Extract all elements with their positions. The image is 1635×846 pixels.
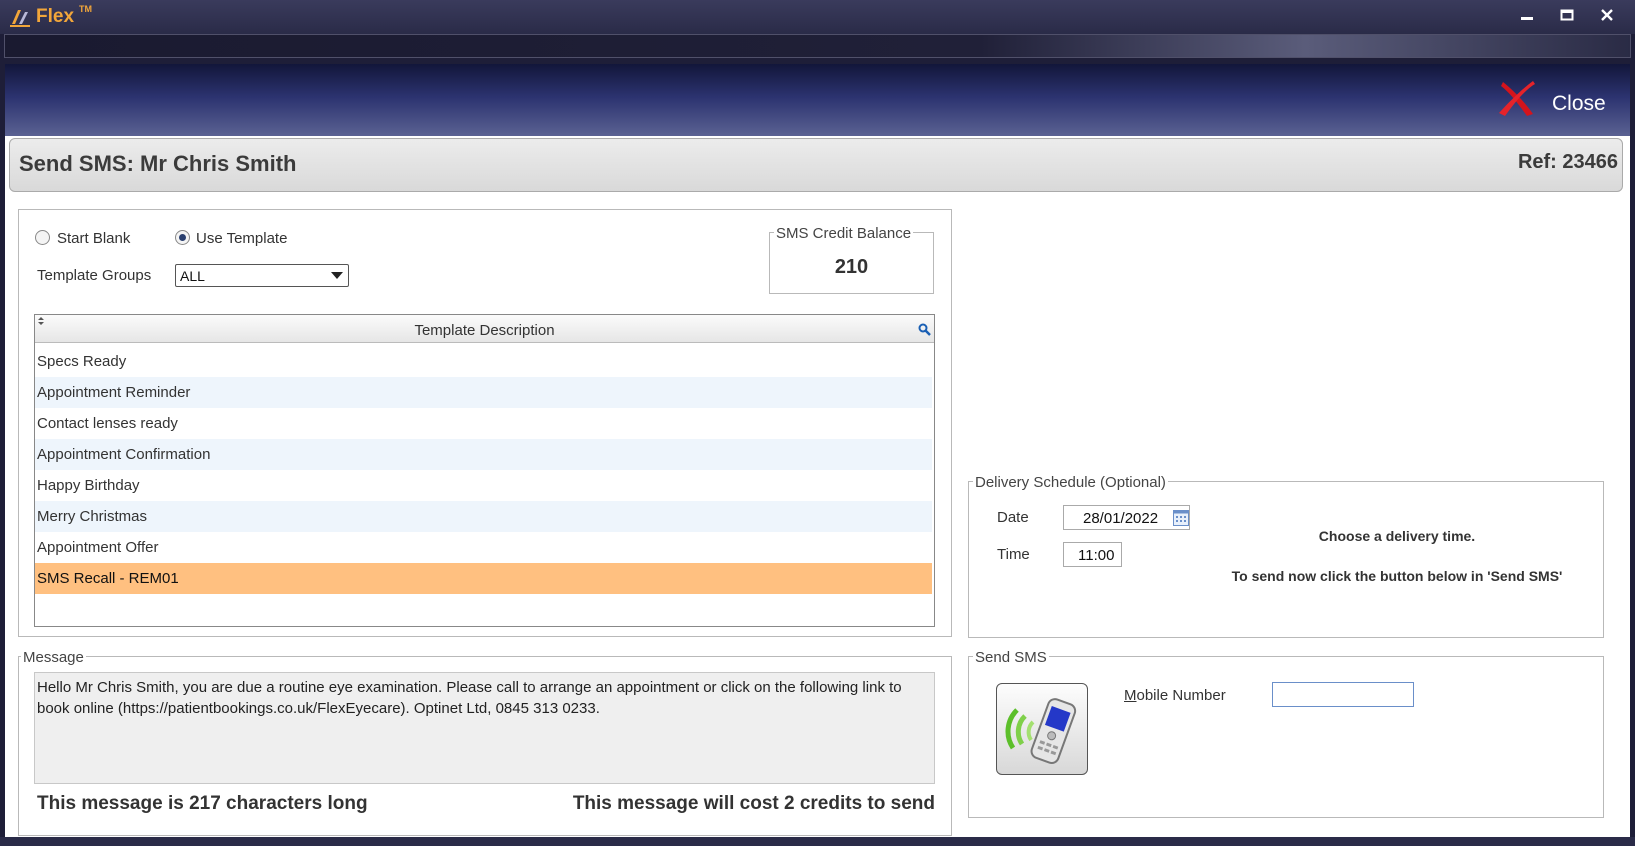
template-row[interactable]: Contact lenses ready [35,408,932,439]
template-row[interactable]: Happy Birthday [35,470,932,501]
message-length-note: This message is 217 characters long [37,793,368,814]
mobile-number-input[interactable] [1272,682,1414,707]
toolbar-strip [4,34,1631,58]
credit-balance-value: 210 [834,256,869,278]
date-label: Date [997,509,1029,526]
header-band [5,64,1630,138]
window-bottom-border [0,837,1635,846]
minimize-button[interactable] [1512,6,1542,28]
window-close-icon [1601,9,1613,21]
maximize-button[interactable] [1552,6,1582,28]
message-textarea[interactable]: Hello Mr Chris Smith, you are due a rout… [34,672,935,784]
message-legend: Message [21,649,86,666]
mobile-number-accesskey: M [1124,687,1137,704]
delivery-hint-text: To send now click the button below in 'S… [1231,568,1563,584]
mobile-number-label-text: obile Number [1136,687,1226,704]
delivery-hint-title: Choose a delivery time. [1318,528,1476,544]
time-label: Time [997,546,1030,563]
template-row-selected[interactable]: SMS Recall - REM01 [35,563,932,594]
flex-logo-icon [10,10,30,27]
search-icon[interactable] [918,323,932,337]
page-title: Send SMS: Mr Chris Smith [19,151,297,176]
delivery-schedule-legend: Delivery Schedule (Optional) [973,474,1168,491]
delivery-date-input[interactable]: 28/01/2022 [1063,505,1190,530]
use-template-label[interactable]: Use Template [196,230,287,247]
send-sms-legend: Send SMS [973,649,1049,666]
template-row[interactable]: Appointment Offer [35,532,932,563]
window-close-button[interactable] [1592,6,1622,28]
chevron-down-icon [331,272,343,279]
start-blank-label[interactable]: Start Blank [57,230,130,247]
template-row[interactable]: Appointment Confirmation [35,439,932,470]
template-description-header: Template Description [414,322,555,339]
message-cost-note: This message will cost 2 credits to send [572,793,935,814]
grid-header[interactable]: Template Description [35,315,934,343]
delivery-time-input[interactable]: 11:00 [1063,542,1122,567]
delivery-time-value: 11:00 [1078,547,1115,564]
minimize-icon [1521,17,1533,20]
template-groups-select[interactable]: ALL [175,264,349,287]
mobile-number-label: Mobile Number [1124,687,1226,704]
credit-balance-legend: SMS Credit Balance [774,225,914,242]
start-blank-radio[interactable] [35,230,50,245]
template-row[interactable]: Merry Christmas [35,501,932,532]
trademark-mark: TM [79,4,92,14]
template-row[interactable]: Specs Ready [35,346,932,377]
reference-number: Ref: 23466 [1517,151,1618,173]
template-groups-label: Template Groups [37,267,152,284]
delivery-date-value: 28/01/2022 [1083,510,1159,527]
calendar-icon[interactable] [1173,509,1189,526]
template-groups-value: ALL [180,268,205,284]
maximize-icon [1560,9,1574,21]
use-template-radio[interactable] [175,230,190,245]
template-row[interactable]: Appointment Reminder [35,377,932,408]
sort-icon [38,317,44,325]
close-label: Close [1552,92,1606,115]
mobile-phone-icon [1005,698,1077,765]
app-title: Flex [36,6,75,27]
send-sms-button[interactable] [996,683,1088,775]
title-bar [0,0,1635,34]
red-x-icon [1499,81,1535,116]
